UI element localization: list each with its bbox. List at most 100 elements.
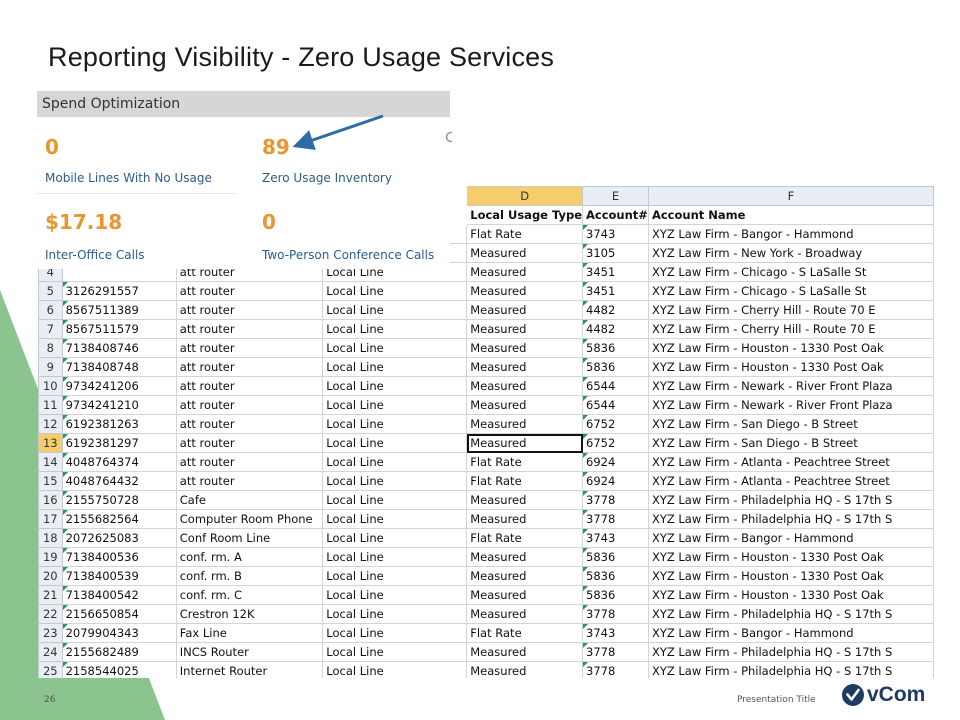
- row-number[interactable]: 22: [38, 604, 63, 624]
- cell-a[interactable]: 9734241210: [61, 395, 177, 415]
- row-number[interactable]: 7: [38, 319, 63, 339]
- cell-d[interactable]: Measured: [466, 509, 583, 529]
- cell-d[interactable]: Measured: [466, 490, 583, 510]
- row-number[interactable]: 5: [38, 281, 63, 301]
- cell-b[interactable]: INCS Router: [175, 642, 324, 662]
- cell-e[interactable]: 3778: [582, 642, 649, 662]
- tile-inter-office-calls[interactable]: $17.18 Inter-Office Calls: [37, 194, 237, 269]
- cell-d[interactable]: Measured: [466, 547, 583, 567]
- cell-b[interactable]: att router: [175, 357, 324, 377]
- cell-b[interactable]: Fax Line: [175, 623, 324, 643]
- cell-a[interactable]: 2079904343: [61, 623, 177, 643]
- active-cell[interactable]: Measured: [466, 433, 583, 453]
- row-number[interactable]: 16: [38, 490, 63, 510]
- cell-e[interactable]: 3743: [582, 528, 649, 548]
- cell-e[interactable]: 6924: [582, 471, 649, 491]
- cell-e[interactable]: 3778: [582, 509, 649, 529]
- cell-b[interactable]: att router: [175, 300, 324, 320]
- cell-d[interactable]: Measured: [466, 604, 583, 624]
- field-header[interactable]: Local Usage Type: [466, 205, 583, 225]
- cell-e[interactable]: 3778: [582, 604, 649, 624]
- cell-f[interactable]: XYZ Law Firm - Bangor - Hammond: [647, 623, 934, 643]
- row-number[interactable]: 9: [38, 357, 63, 377]
- cell-c[interactable]: Local Line: [322, 395, 468, 415]
- row-number[interactable]: 13: [38, 433, 63, 453]
- cell-f[interactable]: XYZ Law Firm - Houston - 1330 Post Oak: [647, 585, 934, 605]
- row-number[interactable]: 21: [38, 585, 63, 605]
- tile-two-person-conference-calls[interactable]: 0 Two-Person Conference Calls: [254, 194, 454, 269]
- cell-b[interactable]: conf. rm. A: [175, 547, 324, 567]
- cell-a[interactable]: 6192381297: [61, 433, 177, 453]
- cell-b[interactable]: att router: [175, 433, 324, 453]
- cell-b[interactable]: Internet Router: [175, 661, 324, 678]
- cell-c[interactable]: Local Line: [322, 319, 468, 339]
- cell-d[interactable]: Measured: [466, 395, 583, 415]
- cell-a[interactable]: 3126291557: [61, 281, 177, 301]
- cell-c[interactable]: Local Line: [322, 433, 468, 453]
- cell-b[interactable]: conf. rm. C: [175, 585, 324, 605]
- cell-e[interactable]: 6544: [582, 376, 649, 396]
- cell-d[interactable]: Flat Rate: [466, 623, 583, 643]
- cell-c[interactable]: Local Line: [322, 528, 468, 548]
- column-header[interactable]: F: [647, 186, 934, 206]
- cell-e[interactable]: 4482: [582, 300, 649, 320]
- cell-a[interactable]: 2156650854: [61, 604, 177, 624]
- cell-d[interactable]: Flat Rate: [466, 224, 583, 244]
- cell-e[interactable]: 3743: [582, 224, 649, 244]
- cell-f[interactable]: XYZ Law Firm - Chicago - S LaSalle St: [647, 262, 934, 282]
- cell-a[interactable]: 7138400536: [61, 547, 177, 567]
- cell-a[interactable]: 2155750728: [61, 490, 177, 510]
- cell-a[interactable]: 2155682564: [61, 509, 177, 529]
- cell-b[interactable]: att router: [175, 281, 324, 301]
- cell-e[interactable]: 3105: [582, 243, 649, 263]
- cell-b[interactable]: att router: [175, 452, 324, 472]
- cell-d[interactable]: Flat Rate: [466, 452, 583, 472]
- cell-c[interactable]: Local Line: [322, 661, 468, 678]
- cell-a[interactable]: 2158544025: [61, 661, 177, 678]
- row-number[interactable]: 25: [38, 661, 63, 678]
- cell-f[interactable]: XYZ Law Firm - Houston - 1330 Post Oak: [647, 357, 934, 377]
- cell-a[interactable]: 4048764432: [61, 471, 177, 491]
- row-number[interactable]: 17: [38, 509, 63, 529]
- cell-e[interactable]: 3451: [582, 281, 649, 301]
- cell-f[interactable]: XYZ Law Firm - Atlanta - Peachtree Stree…: [647, 471, 934, 491]
- cell-e[interactable]: 5836: [582, 585, 649, 605]
- cell-c[interactable]: Local Line: [322, 452, 468, 472]
- row-number[interactable]: 20: [38, 566, 63, 586]
- row-number[interactable]: 15: [38, 471, 63, 491]
- row-number[interactable]: 12: [38, 414, 63, 434]
- cell-a[interactable]: 8567511579: [61, 319, 177, 339]
- cell-f[interactable]: XYZ Law Firm - San Diego - B Street: [647, 433, 934, 453]
- cell-a[interactable]: 2155682489: [61, 642, 177, 662]
- cell-f[interactable]: XYZ Law Firm - Houston - 1330 Post Oak: [647, 566, 934, 586]
- cell-a[interactable]: 7138408748: [61, 357, 177, 377]
- cell-e[interactable]: 6924: [582, 452, 649, 472]
- cell-b[interactable]: att router: [175, 319, 324, 339]
- cell-c[interactable]: Local Line: [322, 547, 468, 567]
- cell-f[interactable]: XYZ Law Firm - Philadelphia HQ - S 17th …: [647, 490, 934, 510]
- cell-f[interactable]: XYZ Law Firm - Philadelphia HQ - S 17th …: [647, 509, 934, 529]
- cell-d[interactable]: Measured: [466, 357, 583, 377]
- cell-f[interactable]: XYZ Law Firm - Bangor - Hammond: [647, 528, 934, 548]
- row-number[interactable]: 8: [38, 338, 63, 358]
- cell-e[interactable]: 6544: [582, 395, 649, 415]
- cell-c[interactable]: Local Line: [322, 642, 468, 662]
- cell-d[interactable]: Measured: [466, 414, 583, 434]
- cell-f[interactable]: XYZ Law Firm - Newark - River Front Plaz…: [647, 395, 934, 415]
- tile-mobile-lines-no-usage[interactable]: 0 Mobile Lines With No Usage: [37, 117, 237, 194]
- row-number[interactable]: 23: [38, 623, 63, 643]
- cell-f[interactable]: XYZ Law Firm - Cherry Hill - Route 70 E: [647, 300, 934, 320]
- cell-e[interactable]: 5836: [582, 338, 649, 358]
- cell-b[interactable]: att router: [175, 376, 324, 396]
- cell-f[interactable]: XYZ Law Firm - New York - Broadway: [647, 243, 934, 263]
- cell-e[interactable]: 5836: [582, 357, 649, 377]
- cell-c[interactable]: Local Line: [322, 357, 468, 377]
- cell-d[interactable]: Measured: [466, 642, 583, 662]
- row-number[interactable]: 6: [38, 300, 63, 320]
- cell-d[interactable]: Measured: [466, 319, 583, 339]
- cell-f[interactable]: XYZ Law Firm - Chicago - S LaSalle St: [647, 281, 934, 301]
- cell-a[interactable]: 9734241206: [61, 376, 177, 396]
- cell-a[interactable]: 7138408746: [61, 338, 177, 358]
- cell-c[interactable]: Local Line: [322, 585, 468, 605]
- cell-c[interactable]: Local Line: [322, 414, 468, 434]
